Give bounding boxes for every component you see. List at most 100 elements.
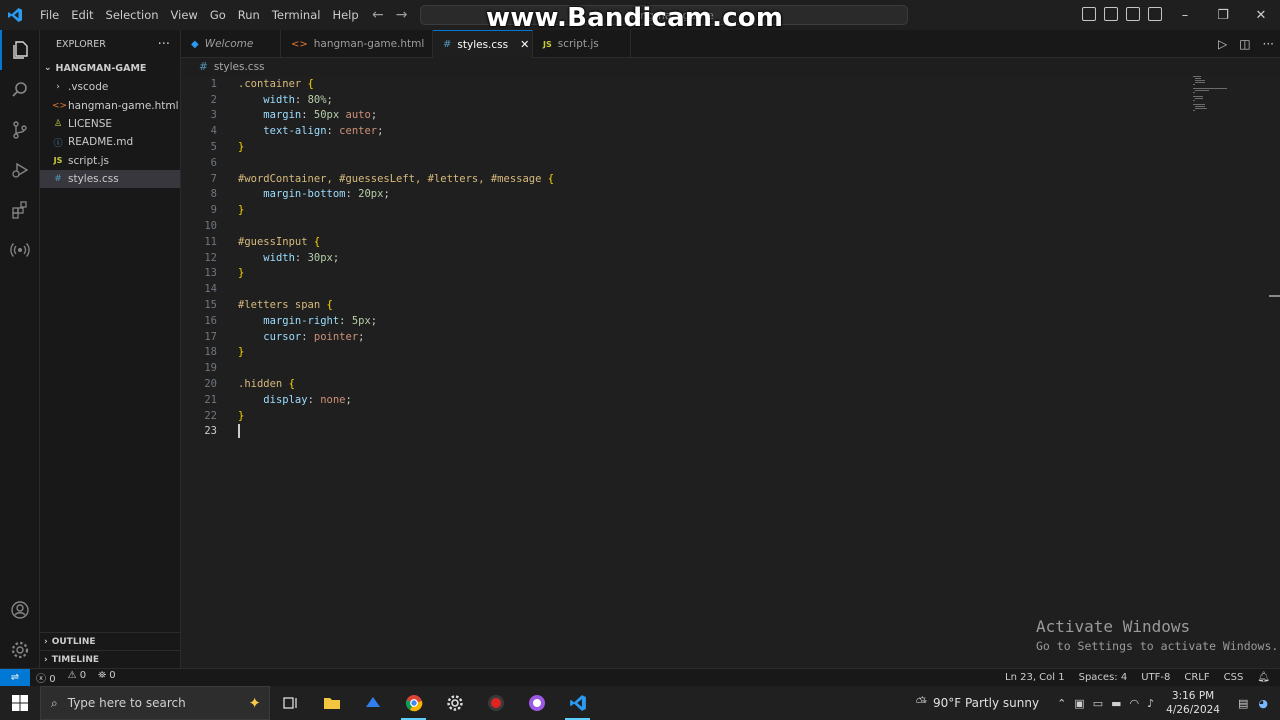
problems-indicator[interactable]: ⓧ 0 ⚠ 0 ⛯ 0 [36,670,116,685]
file-explorer-icon[interactable] [311,686,352,720]
line-number: 19 [204,362,217,375]
menu-go[interactable]: Go [204,0,232,30]
weather-widget[interactable]: ⛅︎ 90°F Partly sunny [916,695,1039,711]
css-selector: .container [238,77,302,90]
editor-tabs: ◆ Welcome <> hangman-game.html # styles.… [181,30,1280,58]
run-icon[interactable]: ▷ [1218,37,1227,51]
cursor-position[interactable]: Ln 23, Col 1 [1005,672,1065,683]
account-icon[interactable] [0,590,40,630]
bandicam-record-icon[interactable] [475,686,516,720]
tab-script-js[interactable]: JS script.js [533,30,631,58]
language-mode[interactable]: CSS [1224,672,1244,683]
breadcrumb-item[interactable]: styles.css [214,61,265,73]
tree-item-readme[interactable]: ⓘ README.md [40,133,180,151]
github-desktop-icon[interactable] [516,686,557,720]
source-control-icon[interactable] [0,110,40,150]
menu-run[interactable]: Run [232,0,266,30]
text-cursor [238,424,240,439]
more-actions-icon[interactable]: ··· [1263,37,1274,51]
toggle-panel-icon[interactable] [1104,7,1118,21]
task-view-icon[interactable] [270,686,311,720]
customize-layout-icon[interactable] [1148,7,1162,21]
wifi-icon[interactable]: ◠ [1130,697,1140,710]
tree-item-vscode[interactable]: › .vscode [40,78,180,96]
brace: { [307,77,314,90]
chevron-down-icon: ⌄ [44,63,52,73]
tree-item-script-js[interactable]: JS script.js [40,152,180,170]
code-line: margin: 50px auto; [263,109,378,122]
windows-start-icon[interactable] [0,686,40,720]
split-editor-icon[interactable]: ◫ [1239,37,1250,51]
css-property: width [263,93,295,106]
app-icon[interactable] [352,686,393,720]
css-value: none [320,393,346,406]
tab-label: hangman-game.html [313,38,425,50]
info-file-icon: ⓘ [53,138,63,149]
toggle-secondary-sidebar-icon[interactable] [1126,7,1140,21]
volume-icon[interactable]: ♪ [1147,697,1154,710]
search-icon[interactable] [0,70,40,110]
code-editor[interactable]: 1 2 3 4 5 6 7 8 9 10 11 12 13 14 15 16 17 18 19 20 21 22 23 .c… [181,76,1280,668]
line-number-row: 19 [181,360,1181,376]
line-number: 14 [204,283,217,296]
minimize-icon[interactable]: – [1166,8,1204,23]
code-line: } [181,408,1181,424]
vscode-logo-icon [0,0,30,30]
explorer-icon[interactable] [0,30,40,70]
meet-icon[interactable]: ▣ [1074,697,1084,710]
code-line: text-align: center; [263,125,384,138]
end-of-line[interactable]: CRLF [1184,672,1209,683]
menu-terminal[interactable]: Terminal [266,0,327,30]
clock[interactable]: 3:16 PM 4/26/2024 [1166,689,1220,717]
forward-arrow-icon[interactable]: → [396,7,408,23]
extensions-icon[interactable] [0,190,40,230]
brace: { [288,378,295,391]
notifications-bell-icon[interactable]: 🔔︎ [1257,672,1270,683]
status-bar: ⇌ ⓧ 0 ⚠ 0 ⛯ 0 Ln 23, Col 1 Spaces: 4 UTF… [0,668,1280,687]
restore-icon[interactable]: ❐ [1204,8,1242,23]
copilot-icon[interactable]: ◕ [1258,697,1268,710]
brace: { [547,172,555,185]
toggle-sidebar-icon[interactable] [1082,7,1096,21]
close-window-icon[interactable]: ✕ [1242,8,1280,23]
menu-file[interactable]: File [34,0,65,30]
tree-item-styles-css[interactable]: # styles.css [40,169,180,189]
tab-hangman-html[interactable]: <> hangman-game.html [281,30,433,58]
tab-welcome[interactable]: ◆ Welcome [181,30,281,58]
tree-item-hangman-html[interactable]: <> hangman-game.html [40,96,180,114]
chrome-icon[interactable] [393,686,434,720]
minimap[interactable] [1193,76,1253,116]
display-icon[interactable]: ▭ [1093,697,1103,710]
outline-section[interactable]: › OUTLINE [40,632,181,650]
encoding[interactable]: UTF-8 [1141,672,1170,683]
remote-indicator-icon[interactable]: ⇌ [0,668,30,687]
menu-view[interactable]: View [165,0,204,30]
vscode-taskbar-icon[interactable] [557,686,598,720]
tree-item-label: styles.css [68,173,119,186]
taskbar-search[interactable]: ⌕ Type here to search ✦ [40,686,270,720]
css-file-icon: # [443,39,452,50]
menu-edit[interactable]: Edit [65,0,99,30]
run-debug-icon[interactable] [0,150,40,190]
indentation[interactable]: Spaces: 4 [1079,672,1128,683]
chevron-right-icon: › [44,636,48,647]
notification-center-icon[interactable]: ▤ [1238,697,1248,710]
battery-icon[interactable]: ▬ [1111,697,1121,710]
menu-selection[interactable]: Selection [100,0,165,30]
remote-broadcast-icon[interactable] [0,230,40,270]
chevron-up-icon[interactable]: ⌃ [1057,697,1066,710]
windows-taskbar: ⌕ Type here to search ✦ ⛅︎ 90°F Partly s… [0,686,1280,720]
close-tab-icon[interactable]: ✕ [520,38,529,51]
menu-help[interactable]: Help [326,0,364,30]
folder-hangman-game[interactable]: ⌄ HANGMAN-GAME [40,58,180,78]
brace: } [238,409,245,422]
tab-styles-css[interactable]: # styles.css ✕ [433,30,533,58]
settings-gear-icon[interactable] [434,686,475,720]
settings-gear-icon[interactable] [0,630,40,670]
more-actions-icon[interactable]: ··· [158,37,170,52]
js-file-icon: JS [543,39,552,49]
tree-item-license[interactable]: ♙ LICENSE [40,115,180,133]
back-arrow-icon[interactable]: ← [372,7,384,23]
timeline-section[interactable]: › TIMELINE [40,650,181,668]
code-line: #wordContainer, #guessesLeft, #letters, … [181,171,1181,187]
